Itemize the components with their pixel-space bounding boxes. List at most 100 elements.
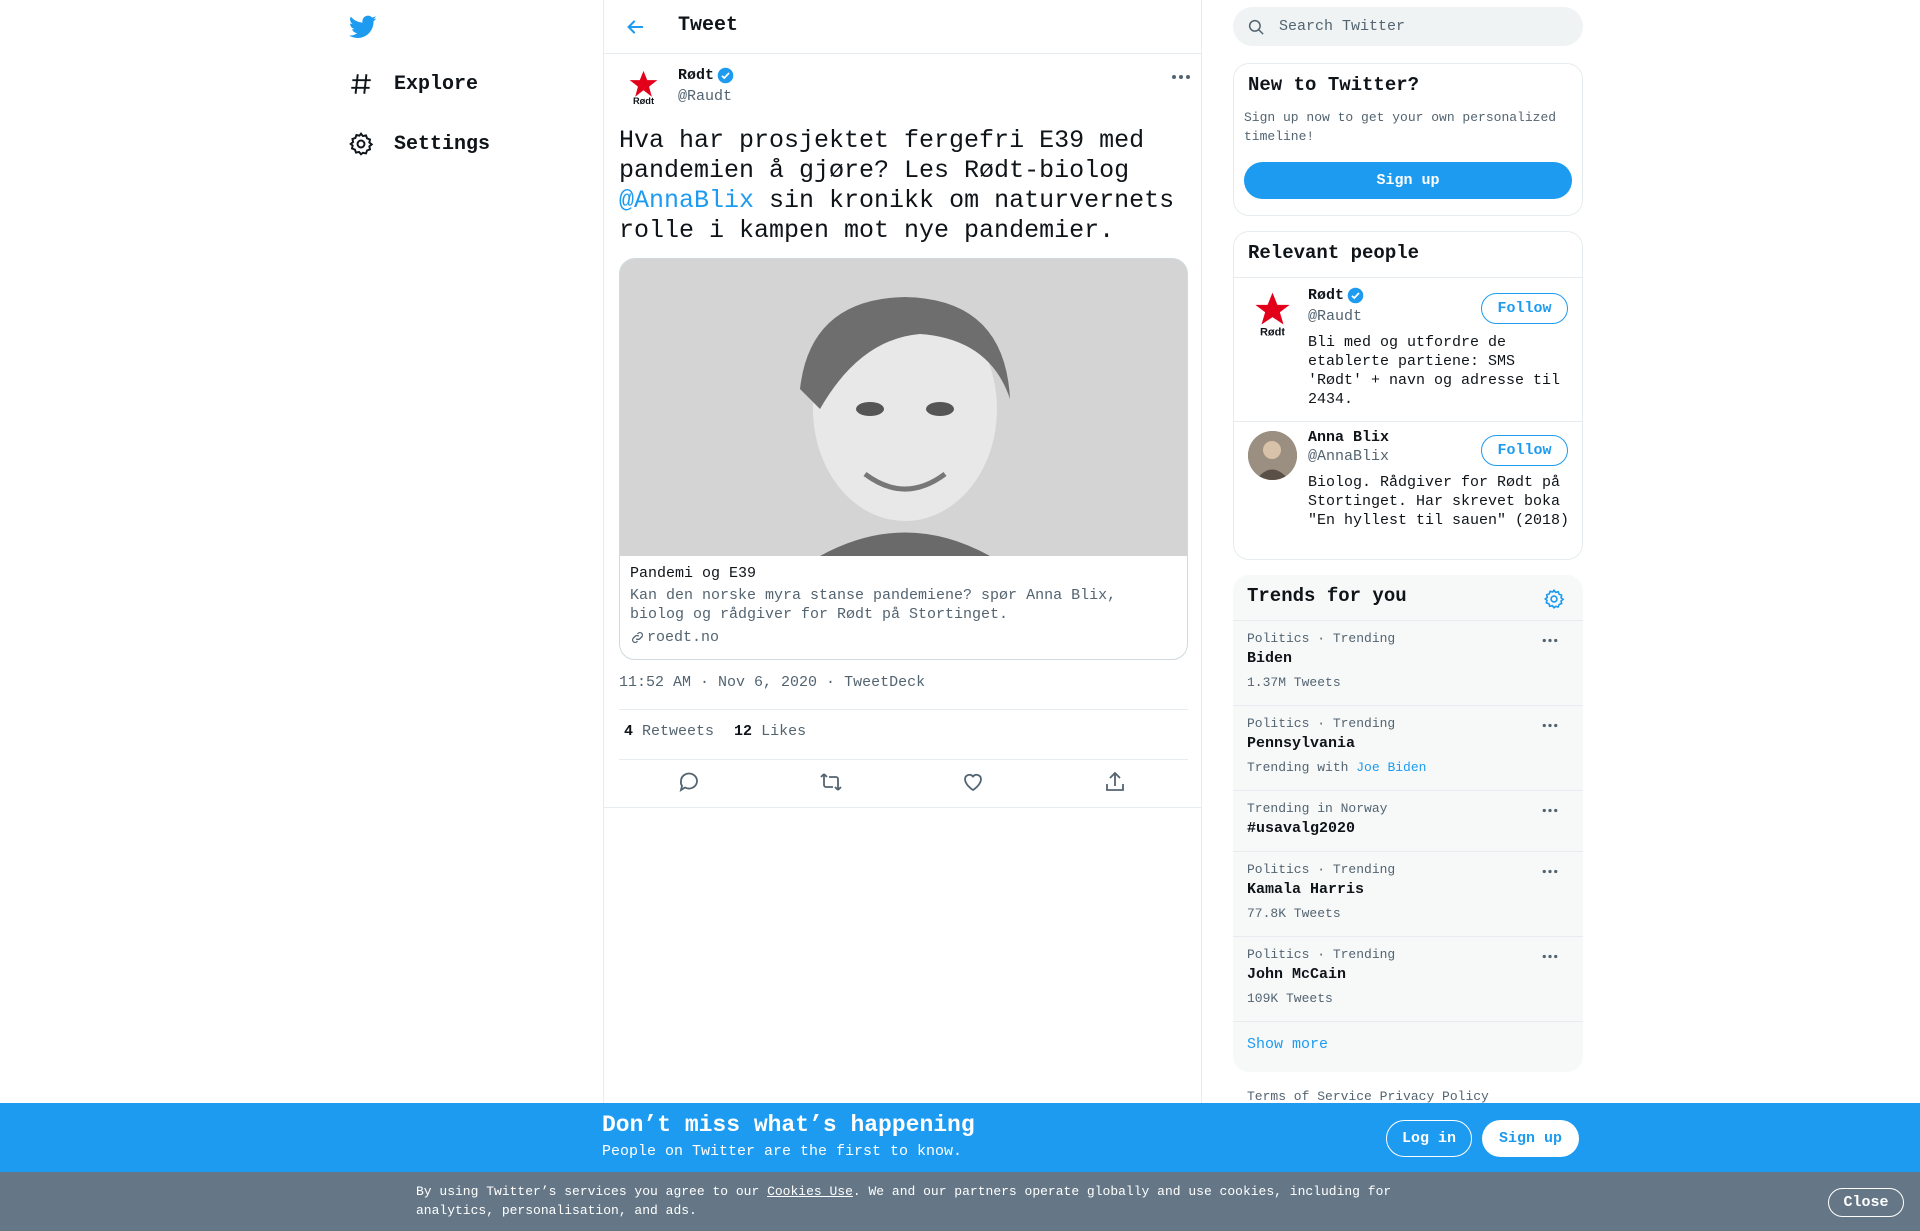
share-icon[interactable] bbox=[1103, 770, 1129, 796]
nav-label-settings: Settings bbox=[394, 132, 491, 156]
trend-name: John McCain bbox=[1247, 966, 1347, 983]
divider bbox=[1234, 421, 1582, 422]
trend-name: Biden bbox=[1247, 650, 1293, 667]
search-input[interactable] bbox=[1279, 18, 1559, 35]
trend-with-label: Trending with bbox=[1247, 760, 1349, 775]
divider bbox=[1234, 277, 1582, 278]
author-avatar[interactable]: Rødt bbox=[625, 69, 662, 106]
trends-panel: Trends for you Politics · Trending Biden… bbox=[1233, 575, 1583, 1072]
follow-button[interactable]: Follow bbox=[1481, 435, 1568, 466]
hashtag-icon bbox=[348, 71, 374, 97]
timestamp-text[interactable]: 11:52 AM · Nov 6, 2020 bbox=[619, 674, 817, 691]
trend-item[interactable]: Politics · Trending Kamala Harris 77.8K … bbox=[1233, 851, 1583, 936]
cookie-text: By using Twitter’s services you agree to… bbox=[416, 1182, 1416, 1220]
more-options-icon[interactable] bbox=[1170, 73, 1192, 81]
divider bbox=[619, 709, 1188, 710]
tweet-header: Tweet bbox=[604, 0, 1201, 54]
page-title: Tweet bbox=[678, 14, 739, 37]
more-options-icon[interactable] bbox=[1541, 953, 1563, 961]
likes-stat[interactable]: 12 Likes bbox=[734, 723, 806, 740]
gear-icon[interactable] bbox=[1543, 588, 1565, 610]
signup-banner: Don’t miss what’s happening People on Tw… bbox=[0, 1103, 1920, 1172]
banner-signup-button[interactable]: Sign up bbox=[1482, 1120, 1579, 1157]
footer-links: Terms of Service Privacy Policy bbox=[1247, 1089, 1489, 1104]
trend-item[interactable]: Politics · Trending Biden 1.37M Tweets bbox=[1233, 620, 1583, 705]
follow-button[interactable]: Follow bbox=[1481, 293, 1568, 324]
trend-meta: Politics · Trending bbox=[1247, 947, 1396, 962]
banner-subtitle: People on Twitter are the first to know. bbox=[602, 1143, 963, 1160]
person-bio: Biolog. Rådgiver for Rødt på Stortinget.… bbox=[1308, 474, 1570, 529]
retweets-stat[interactable]: 4 Retweets bbox=[624, 723, 714, 740]
trend-with: Trending with Joe Biden bbox=[1247, 760, 1426, 775]
tweet-source[interactable]: TweetDeck bbox=[844, 674, 925, 691]
more-options-icon[interactable] bbox=[1541, 807, 1563, 815]
divider bbox=[619, 759, 1188, 760]
author-handle[interactable]: @Raudt bbox=[678, 88, 732, 105]
nav-item-explore[interactable]: Explore bbox=[348, 64, 478, 104]
tweet-column: Tweet Rødt Rødt @Raudt Hva har prosjekte… bbox=[603, 0, 1202, 1231]
person-handle[interactable]: @AnnaBlix bbox=[1308, 448, 1389, 465]
search-icon bbox=[1247, 18, 1265, 36]
cookie-banner: By using Twitter’s services you agree to… bbox=[0, 1172, 1920, 1231]
retweet-icon[interactable] bbox=[819, 770, 845, 796]
trend-name: Pennsylvania bbox=[1247, 735, 1356, 752]
divider bbox=[604, 807, 1201, 808]
search-bar[interactable] bbox=[1233, 7, 1583, 46]
more-options-icon[interactable] bbox=[1541, 722, 1563, 730]
login-button[interactable]: Log in bbox=[1386, 1120, 1472, 1157]
link-icon bbox=[630, 630, 645, 645]
trend-count: 109K Tweets bbox=[1247, 991, 1333, 1006]
show-more-link[interactable]: Show more bbox=[1247, 1036, 1328, 1053]
card-domain: roedt.no bbox=[630, 629, 1177, 646]
verified-badge-icon bbox=[717, 67, 734, 84]
trend-meta: Politics · Trending bbox=[1247, 862, 1396, 877]
person-name-text: Rødt bbox=[1308, 287, 1345, 304]
more-options-icon[interactable] bbox=[1541, 868, 1563, 876]
close-button[interactable]: Close bbox=[1828, 1188, 1904, 1217]
signup-button[interactable]: Sign up bbox=[1244, 162, 1572, 199]
mention-link[interactable]: @AnnaBlix bbox=[619, 186, 754, 215]
author-name-text: Rødt bbox=[678, 67, 715, 84]
trend-name: #usavalg2020 bbox=[1247, 820, 1356, 837]
avatar[interactable]: Rødt bbox=[1248, 289, 1297, 338]
person-handle[interactable]: @Raudt bbox=[1308, 308, 1362, 325]
trend-item[interactable]: Politics · Trending Pennsylvania Trendin… bbox=[1233, 705, 1583, 790]
trend-item[interactable]: Politics · Trending John McCain 109K Twe… bbox=[1233, 936, 1583, 1021]
card-domain-text: roedt.no bbox=[647, 629, 720, 646]
nav-label-explore: Explore bbox=[394, 72, 479, 96]
trends-title: Trends for you bbox=[1247, 585, 1407, 607]
gear-icon bbox=[348, 131, 374, 157]
tweet-timestamp: 11:52 AM · Nov 6, 2020 · TweetDeck bbox=[619, 674, 926, 691]
verified-badge-icon bbox=[1347, 287, 1364, 304]
svg-text:Rødt: Rødt bbox=[633, 96, 654, 106]
tweet-text-part: Hva har prosjektet fergefri E39 med pand… bbox=[619, 126, 1145, 185]
cookies-use-link[interactable]: Cookies Use bbox=[767, 1184, 853, 1199]
reply-icon[interactable] bbox=[677, 770, 703, 796]
show-more-row[interactable]: Show more bbox=[1233, 1021, 1583, 1071]
banner-title: Don’t miss what’s happening bbox=[602, 1112, 975, 1138]
link-card[interactable]: Pandemi og E39 Kan den norske myra stans… bbox=[619, 258, 1188, 660]
trend-meta: Trending in Norway bbox=[1247, 801, 1388, 816]
like-icon[interactable] bbox=[961, 770, 987, 796]
signup-panel: New to Twitter? Sign up now to get your … bbox=[1233, 63, 1583, 216]
signup-panel-title: New to Twitter? bbox=[1248, 74, 1420, 96]
trend-count: 77.8K Tweets bbox=[1247, 906, 1341, 921]
tweet-text: Hva har prosjektet fergefri E39 med pand… bbox=[619, 126, 1189, 246]
trend-with-link[interactable]: Joe Biden bbox=[1356, 760, 1426, 775]
twitter-logo-icon[interactable] bbox=[347, 13, 379, 41]
trend-meta: Politics · Trending bbox=[1247, 716, 1396, 731]
person-name[interactable]: Rødt bbox=[1308, 287, 1364, 304]
relevant-people-title: Relevant people bbox=[1248, 242, 1420, 264]
trend-item[interactable]: Trending in Norway #usavalg2020 bbox=[1233, 790, 1583, 851]
signup-panel-subtitle: Sign up now to get your own personalized… bbox=[1244, 110, 1557, 144]
card-title: Pandemi og E39 bbox=[630, 565, 757, 582]
relevant-people-panel: Relevant people Rødt Rødt @Raudt Follow … bbox=[1233, 231, 1583, 560]
more-options-icon[interactable] bbox=[1541, 637, 1563, 645]
avatar[interactable] bbox=[1248, 431, 1297, 480]
back-arrow-icon[interactable] bbox=[624, 16, 646, 38]
author-name[interactable]: Rødt bbox=[678, 67, 734, 84]
terms-link[interactable]: Terms of Service bbox=[1247, 1089, 1372, 1104]
person-name[interactable]: Anna Blix bbox=[1308, 429, 1389, 446]
privacy-link[interactable]: Privacy Policy bbox=[1380, 1089, 1489, 1104]
nav-item-settings[interactable]: Settings bbox=[348, 124, 490, 164]
